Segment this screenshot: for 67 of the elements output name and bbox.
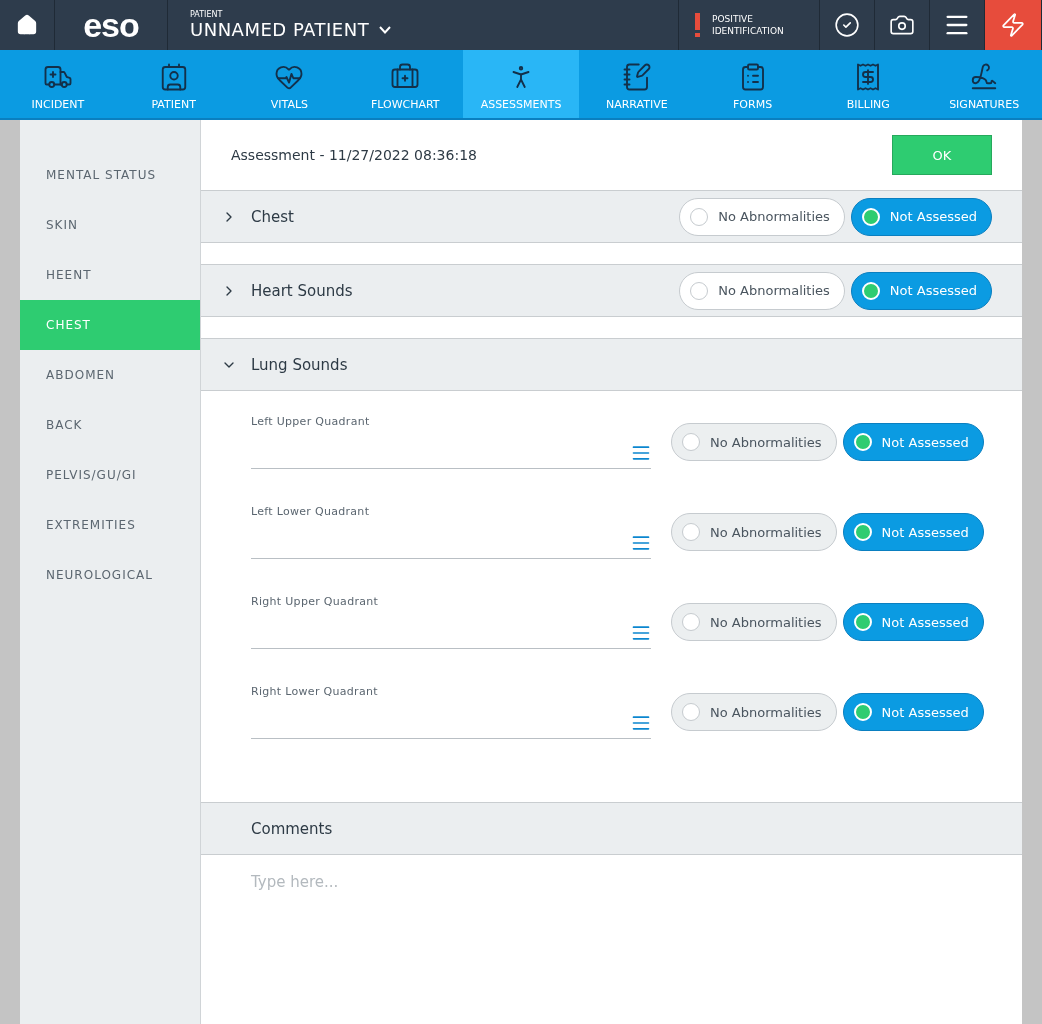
sidebar-item[interactable]: CHEST: [20, 300, 200, 350]
list-icon[interactable]: [631, 533, 651, 553]
radio-icon: [853, 523, 872, 541]
section-title: Chest: [251, 207, 295, 226]
nav-tab[interactable]: FLOWCHART: [347, 50, 464, 118]
radio-option[interactable]: Not Assessed: [850, 271, 992, 310]
exclamation-icon: [695, 13, 700, 37]
nav-tab[interactable]: BILLING: [810, 50, 927, 118]
lightning-icon[interactable]: [1000, 12, 1026, 38]
section-title: Heart Sounds: [251, 281, 354, 300]
radio-icon: [682, 433, 700, 451]
field-label: Right Lower Quadrant: [251, 685, 379, 698]
section-title: Comments: [251, 819, 334, 838]
assessment-title: Assessment - 11/27/2022 08:36:18: [231, 147, 477, 163]
ok-button[interactable]: OK: [892, 135, 992, 175]
list-icon[interactable]: [631, 623, 651, 643]
alert-text: POSITIVE IDENTIFICATION: [712, 13, 784, 37]
patient-label: PATIENT: [190, 10, 223, 19]
chevron-down-icon: [379, 25, 392, 34]
radio-option[interactable]: No Abnormalities: [671, 693, 837, 731]
list-icon[interactable]: [631, 713, 651, 733]
sidebar-item[interactable]: MENTAL STATUS: [20, 150, 200, 200]
radio-icon: [853, 703, 872, 721]
sidebar-item[interactable]: PELVIS/GU/GI: [20, 450, 200, 500]
comments-field[interactable]: Type here...: [201, 855, 1022, 1024]
field-label: Left Lower Quadrant: [251, 505, 371, 518]
sidebar-item[interactable]: NEUROLOGICAL: [20, 550, 200, 600]
radio-icon: [853, 433, 872, 451]
radio-option[interactable]: Not Assessed: [842, 603, 984, 641]
home-icon[interactable]: [16, 14, 38, 36]
radio-option[interactable]: Not Assessed: [842, 423, 984, 461]
radio-icon: [690, 281, 709, 300]
field-label: Left Upper Quadrant: [251, 415, 371, 428]
radio-option[interactable]: No Abnormalities: [671, 423, 837, 461]
radio-option[interactable]: Not Assessed: [842, 513, 984, 551]
patient-dropdown[interactable]: UNNAMED PATIENT: [190, 19, 392, 40]
nav-tab[interactable]: PATIENT: [115, 50, 232, 118]
radio-icon: [682, 523, 700, 541]
notepad-pen-icon: [621, 62, 652, 92]
radio-option[interactable]: No Abnormalities: [671, 513, 837, 551]
field-label: Right Upper Quadrant: [251, 595, 380, 608]
radio-option[interactable]: No Abnormalities: [671, 603, 837, 641]
radio-icon: [853, 613, 872, 631]
radio-option[interactable]: No Abnormalities: [679, 197, 845, 236]
sidebar-item[interactable]: EXTREMITIES: [20, 500, 200, 550]
radio-option[interactable]: Not Assessed: [850, 197, 992, 236]
nav-tab[interactable]: INCIDENT: [0, 50, 116, 118]
nav-tab[interactable]: NARRATIVE: [578, 50, 695, 118]
nav-tab[interactable]: ASSESSMENTS: [463, 50, 579, 118]
nav-tab[interactable]: VITALS: [231, 50, 348, 118]
radio-icon: [690, 207, 709, 226]
sidebar-item[interactable]: ABDOMEN: [20, 350, 200, 400]
section-title: Lung Sounds: [251, 355, 349, 374]
radio-icon: [861, 207, 880, 226]
radio-option[interactable]: Not Assessed: [842, 693, 984, 731]
sidebar-item[interactable]: HEENT: [20, 250, 200, 300]
sidebar-item[interactable]: BACK: [20, 400, 200, 450]
radio-icon: [861, 281, 880, 300]
radio-icon: [682, 703, 700, 721]
sidebar-item[interactable]: SKIN: [20, 200, 200, 250]
radio-icon: [682, 613, 700, 631]
check-circle-icon[interactable]: [834, 12, 860, 38]
radio-option[interactable]: No Abnormalities: [679, 271, 845, 310]
nav-tab[interactable]: FORMS: [694, 50, 811, 118]
logo: eso: [83, 5, 139, 45]
list-icon[interactable]: [631, 443, 651, 463]
nav-tab[interactable]: SIGNATURES: [926, 50, 1042, 118]
